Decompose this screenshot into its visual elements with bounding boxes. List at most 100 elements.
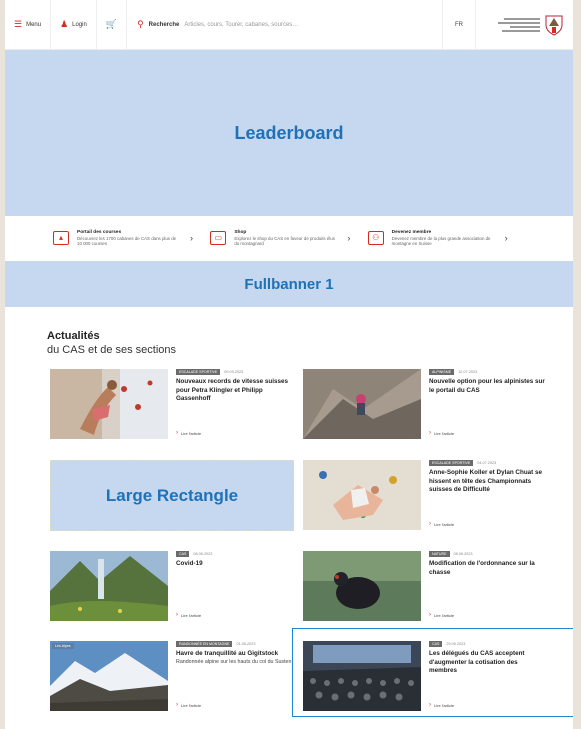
news-card[interactable]: ESCALADE SPORTIVE 04.07.2023 Anne-Sophie… bbox=[303, 460, 547, 530]
read-more-label: Lire l'article bbox=[434, 612, 455, 618]
service-text: Portail des courses Découvrez les 1700 c… bbox=[77, 230, 182, 246]
header: ☰ Menu ♟ Login 🛒 ⚲ Recherche Articles, c… bbox=[5, 0, 573, 50]
news-image[interactable] bbox=[50, 369, 168, 439]
news-meta: RANDONNÉE EN MONTAGNE 01.06.2023 bbox=[176, 641, 294, 647]
read-more-link[interactable]: › Lire l'article bbox=[429, 521, 454, 527]
menu-button[interactable]: ☰ Menu bbox=[5, 0, 52, 49]
sac-logo[interactable] bbox=[475, 0, 573, 49]
news-image[interactable] bbox=[303, 460, 421, 530]
user-icon: ♟ bbox=[60, 19, 69, 29]
login-button[interactable]: ♟ Login bbox=[51, 0, 97, 49]
menu-label: Menu bbox=[26, 21, 42, 28]
language-switcher[interactable]: FR bbox=[442, 0, 475, 49]
news-card[interactable]: NATURE 08.06.2023 Modification de l'ordo… bbox=[303, 551, 547, 621]
read-more-link[interactable]: › Lire l'article bbox=[176, 612, 201, 618]
logo-wordmark bbox=[498, 17, 540, 32]
news-card[interactable]: ESCALADE SPORTIVE 09.09.2023 Nouveaux re… bbox=[50, 369, 294, 439]
ad-fullbanner[interactable]: Fullbanner 1 bbox=[5, 261, 573, 307]
news-headline[interactable]: Nouveaux records de vitesse suisses pour… bbox=[176, 378, 294, 404]
news-image[interactable] bbox=[303, 551, 421, 621]
search-bar[interactable]: ⚲ Recherche Articles, cours, Tourer, cab… bbox=[127, 0, 442, 49]
read-more-link[interactable]: › Lire l'article bbox=[429, 430, 454, 436]
news-date: 08.06.2023 bbox=[193, 552, 213, 556]
news-teaser: Randonnée alpine sur les hauts du col du… bbox=[176, 658, 292, 665]
ad-leaderboard[interactable]: Leaderboard bbox=[5, 50, 573, 216]
category-tag: NATURE bbox=[429, 551, 450, 557]
arrow-icon: › bbox=[429, 430, 431, 436]
news-info: NATURE 08.06.2023 Modification de l'ordo… bbox=[429, 551, 547, 621]
service-title: Shop bbox=[234, 230, 247, 235]
news-card[interactable]: Les Alpes RANDONNÉE EN MONTAGNE 01.06.20… bbox=[50, 641, 294, 711]
news-date: 09.09.2023 bbox=[224, 370, 244, 374]
news-image[interactable]: Les Alpes bbox=[50, 641, 168, 711]
search-input[interactable]: Articles, cours, Tourer, cabanes, source… bbox=[184, 22, 298, 28]
login-label: Login bbox=[72, 21, 87, 28]
news-info: CAS 08.06.2023 Covid-19 › Lire l'article bbox=[176, 551, 294, 621]
service-item[interactable]: ▴ Portail des courses Découvrez les 1700… bbox=[53, 230, 210, 246]
news-info: RANDONNÉE EN MONTAGNE 01.06.2023 Havre d… bbox=[176, 641, 294, 711]
news-headline[interactable]: Covid-19 bbox=[176, 560, 294, 569]
news-headline[interactable]: Havre de tranquillité au Gigitstock bbox=[176, 650, 294, 659]
crest-icon bbox=[545, 15, 563, 36]
page: ☰ Menu ♟ Login 🛒 ⚲ Recherche Articles, c… bbox=[5, 0, 573, 729]
category-tag: ALPINISME bbox=[429, 369, 455, 375]
service-desc: Découvrez les 1700 cabanes de CAS dans p… bbox=[77, 236, 177, 246]
shop-icon: ▭ bbox=[210, 231, 227, 245]
read-more-label: Lire l'article bbox=[181, 612, 202, 618]
read-more-link[interactable]: › Lire l'article bbox=[429, 612, 454, 618]
news-subtitle: du CAS et de ses sections bbox=[47, 344, 177, 356]
service-item[interactable]: ▭ Shop Explorez le shop du CAS en faveur… bbox=[210, 230, 367, 246]
news-info: ALPINISME 12.07.2023 Nouvelle option pou… bbox=[429, 369, 547, 439]
read-more-label: Lire l'article bbox=[181, 702, 202, 708]
service-desc: Explorez le shop du CAS en faveur de pro… bbox=[234, 236, 335, 246]
people-icon: ⚇ bbox=[367, 231, 384, 245]
arrow-icon: › bbox=[176, 430, 178, 436]
service-title: Portail des courses bbox=[77, 230, 122, 235]
news-meta: CAS 08.06.2023 bbox=[176, 551, 294, 557]
chevron-right-icon: › bbox=[504, 233, 508, 243]
magazine-icon: ▴ bbox=[53, 231, 69, 245]
arrow-icon: › bbox=[176, 612, 178, 618]
cart-button[interactable]: 🛒 bbox=[97, 0, 128, 49]
news-info: ESCALADE SPORTIVE 04.07.2023 Anne-Sophie… bbox=[429, 460, 547, 530]
category-tag: ESCALADE SPORTIVE bbox=[429, 460, 474, 466]
arrow-icon: › bbox=[176, 702, 178, 708]
news-meta: ALPINISME 12.07.2023 bbox=[429, 369, 547, 375]
search-icon: ⚲ bbox=[137, 19, 144, 29]
news-headline[interactable]: Nouvelle option pour les alpinistes sur … bbox=[429, 378, 547, 395]
news-headline[interactable]: Modification de l'ordonnance sur la chas… bbox=[429, 560, 547, 577]
news-info: ESCALADE SPORTIVE 09.09.2023 Nouveaux re… bbox=[176, 369, 294, 439]
chevron-right-icon: › bbox=[347, 233, 351, 243]
service-desc: Devenez membre de la plus grande associa… bbox=[391, 236, 491, 246]
magazine-badge: Les Alpes bbox=[52, 643, 74, 649]
news-card[interactable]: CAS 08.06.2023 Covid-19 › Lire l'article bbox=[50, 551, 294, 621]
news-date: 04.07.2023 bbox=[477, 461, 497, 465]
arrow-icon: › bbox=[429, 612, 431, 618]
category-tag: CAS bbox=[176, 551, 190, 557]
ad-large-rectangle[interactable]: Large Rectangle bbox=[50, 460, 294, 531]
read-more-label: Lire l'article bbox=[434, 430, 455, 436]
news-date: 08.06.2023 bbox=[453, 552, 473, 556]
news-headline[interactable]: Anne-Sophie Koller et Dylan Chuat se his… bbox=[429, 469, 547, 495]
read-more-link[interactable]: › Lire l'article bbox=[176, 430, 201, 436]
service-item[interactable]: ⚇ Devenez membre Devenez membre de la pl… bbox=[367, 230, 525, 246]
news-meta: NATURE 08.06.2023 bbox=[429, 551, 547, 557]
read-more-label: Lire l'article bbox=[181, 430, 202, 436]
category-tag: RANDONNÉE EN MONTAGNE bbox=[176, 641, 233, 647]
news-meta: ESCALADE SPORTIVE 04.07.2023 bbox=[429, 460, 547, 466]
chevron-right-icon: › bbox=[190, 233, 193, 243]
news-date: 12.07.2023 bbox=[458, 370, 478, 374]
hamburger-icon: ☰ bbox=[14, 19, 23, 29]
news-date: 01.06.2023 bbox=[236, 642, 256, 646]
news-card[interactable]: ALPINISME 12.07.2023 Nouvelle option pou… bbox=[303, 369, 547, 439]
read-more-label: Lire l'article bbox=[434, 521, 455, 527]
cart-icon: 🛒 bbox=[105, 19, 118, 29]
service-title: Devenez membre bbox=[391, 230, 432, 235]
news-title: Actualités bbox=[47, 330, 100, 342]
news-image[interactable] bbox=[303, 369, 421, 439]
arrow-icon: › bbox=[429, 521, 431, 527]
service-text: Shop Explorez le shop du CAS en faveur d… bbox=[234, 230, 339, 246]
news-image[interactable] bbox=[50, 551, 168, 621]
selection-highlight bbox=[292, 628, 573, 717]
read-more-link[interactable]: › Lire l'article bbox=[176, 702, 201, 708]
